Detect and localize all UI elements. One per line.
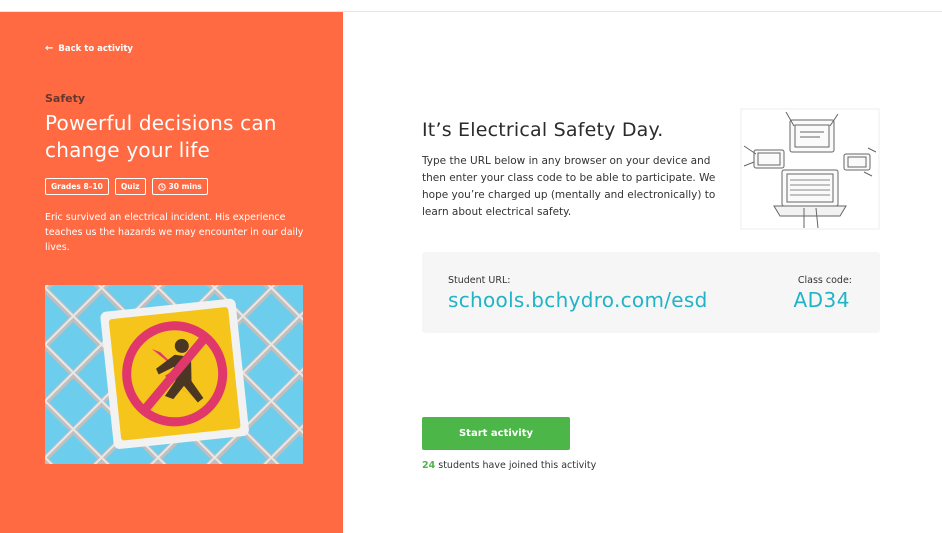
duration-tag: 30 mins [151, 178, 208, 195]
duration-label: 30 mins [168, 182, 202, 191]
activity-description: Eric survived an electrical incident. Hi… [45, 212, 304, 253]
student-url-label: Student URL: [448, 275, 511, 286]
activity-title: Powerful decisions can change your life [45, 111, 277, 162]
joined-count: 24 [422, 460, 436, 471]
join-code-box: Student URL: schools.bchydro.com/esd Cla… [422, 252, 880, 333]
back-label: Back to activity [58, 44, 133, 54]
instructions-text: Type the URL below in any browser on you… [422, 155, 716, 218]
page-title: It’s Electrical Safety Day. [422, 119, 664, 141]
electrical-hazard-sign [45, 285, 303, 464]
start-activity-button[interactable]: Start activity [422, 417, 570, 450]
joined-text: students have joined this activity [435, 460, 597, 471]
clock-icon [157, 182, 166, 191]
grades-tag: Grades 8–10 [45, 178, 109, 195]
top-bar [0, 0, 942, 12]
class-code: AD34 [793, 288, 850, 312]
joined-status: 24 students have joined this activity [422, 460, 596, 471]
back-to-activity-link[interactable]: ← Back to activity [45, 43, 133, 55]
hero-image [45, 285, 303, 464]
activity-info-panel: ← Back to activity Safety Powerful decis… [0, 12, 343, 533]
type-tag: Quiz [114, 178, 146, 195]
student-url[interactable]: schools.bchydro.com/esd [448, 288, 708, 312]
devices-illustration [740, 108, 880, 230]
activity-subject: Safety [45, 92, 86, 105]
activity-tags: Grades 8–10 Quiz 30 mins [45, 178, 208, 195]
arrow-left-icon: ← [45, 43, 54, 54]
class-code-label: Class code: [797, 275, 852, 286]
